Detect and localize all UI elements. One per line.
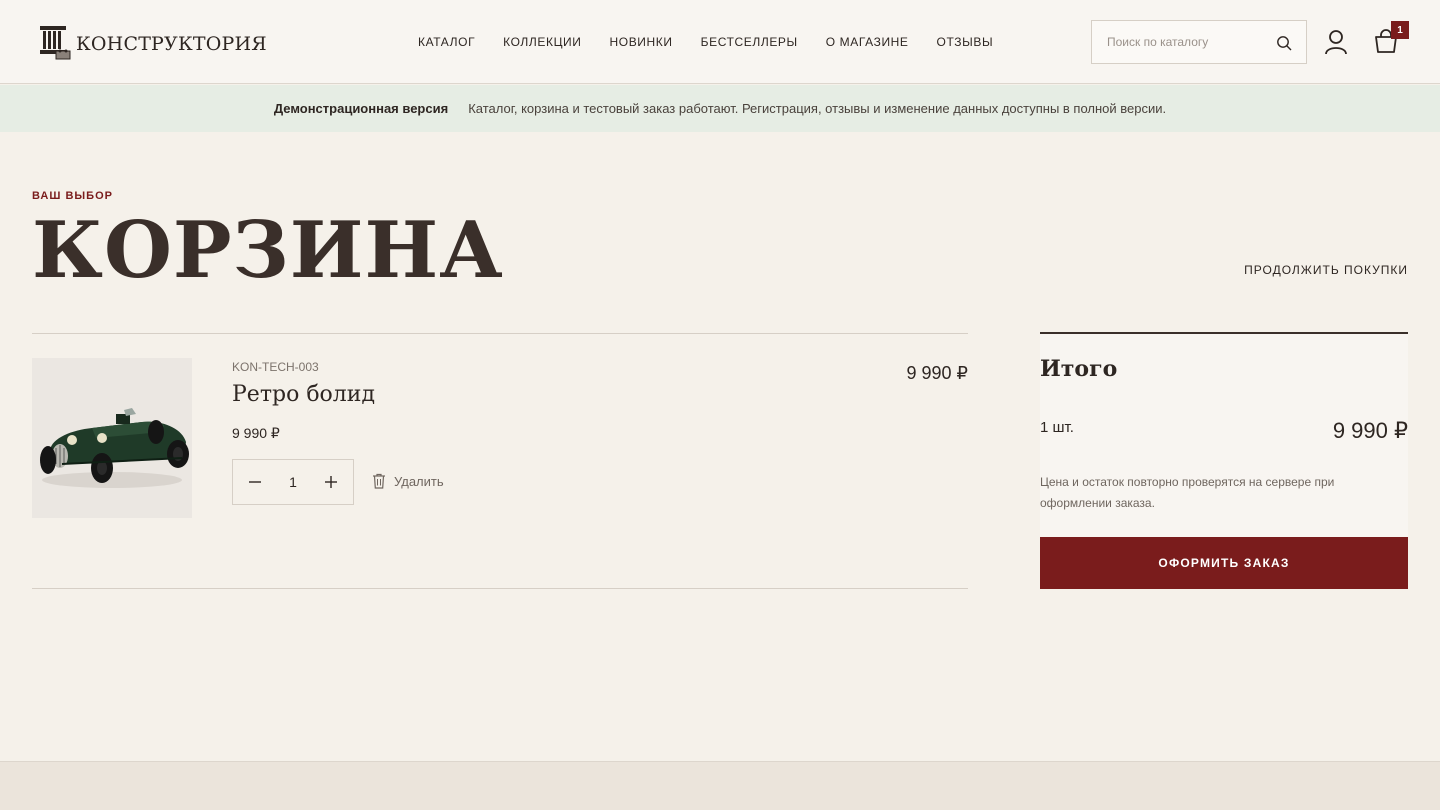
summary-total: 9 990 ₽: [1332, 418, 1408, 443]
product-name[interactable]: Ретро болид: [232, 382, 375, 407]
nav-collections[interactable]: КОЛЛЕКЦИИ: [489, 34, 595, 50]
logo-text: КОНСТРУКТОРИЯ: [76, 33, 267, 55]
cart-count-badge: 1: [1391, 21, 1409, 39]
nav-reviews[interactable]: ОТЗЫВЫ: [923, 34, 1008, 50]
page-title: КОРЗИНА: [32, 205, 504, 296]
nav-about[interactable]: О МАГАЗИНЕ: [812, 34, 923, 50]
decrease-quantity-button[interactable]: [233, 460, 277, 504]
remove-item-button[interactable]: Удалить: [372, 473, 444, 489]
minus-icon: [249, 481, 261, 483]
search-input[interactable]: [1092, 21, 1272, 63]
search-icon[interactable]: [1274, 33, 1294, 53]
nav-catalog[interactable]: КАТАЛОГ: [404, 34, 489, 50]
site-header: КОНСТРУКТОРИЯ КАТАЛОГ КОЛЛЕКЦИИ НОВИНКИ …: [0, 0, 1440, 84]
unit-price: 9 990 ₽: [232, 425, 280, 441]
plus-icon: [325, 476, 337, 488]
summary-item-count: 1 шт.: [1040, 419, 1074, 436]
main-nav: КАТАЛОГ КОЛЛЕКЦИИ НОВИНКИ БЕСТСЕЛЛЕРЫ О …: [404, 34, 1007, 50]
nav-bestsellers[interactable]: БЕСТСЕЛЛЕРЫ: [687, 34, 812, 50]
checkout-button[interactable]: ОФОРМИТЬ ЗАКАЗ: [1040, 537, 1408, 589]
remove-label: Удалить: [394, 473, 444, 489]
summary-title: Итого: [1040, 356, 1118, 382]
site-footer: [0, 761, 1440, 810]
search-box: [1091, 20, 1307, 64]
demo-banner: Демонстрационная версия Каталог, корзина…: [0, 85, 1440, 132]
product-image[interactable]: [32, 358, 192, 518]
line-total: 9 990 ₽: [906, 363, 969, 383]
nav-new[interactable]: НОВИНКИ: [596, 34, 687, 50]
product-sku: KON-TECH-003: [232, 360, 319, 374]
banner-text: Каталог, корзина и тестовый заказ работа…: [468, 101, 1167, 116]
banner-title: Демонстрационная версия: [273, 101, 449, 116]
quantity-stepper: 1: [232, 459, 354, 505]
continue-shopping-link[interactable]: ПРОДОЛЖИТЬ ПОКУПКИ: [1244, 263, 1408, 277]
trash-icon: [373, 473, 385, 489]
user-icon[interactable]: [1324, 29, 1348, 55]
column-logo-icon: [40, 26, 71, 60]
increase-quantity-button[interactable]: [309, 460, 353, 504]
page-eyebrow: ВАШ ВЫБОР: [32, 190, 113, 202]
logo[interactable]: КОНСТРУКТОРИЯ: [38, 22, 267, 62]
summary-note: Цена и остаток повторно проверятся на се…: [1040, 475, 1335, 510]
quantity-value[interactable]: 1: [277, 474, 309, 490]
divider: [32, 588, 968, 589]
divider: [32, 333, 968, 334]
